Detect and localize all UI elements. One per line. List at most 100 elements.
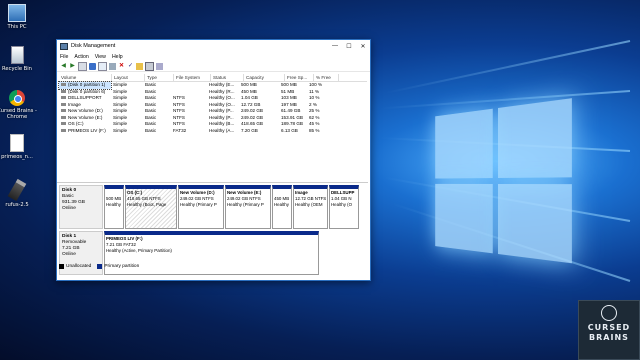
volume-cell-text: 62 % <box>309 114 320 120</box>
toolbar: ◀ ▶ ✕ ✓ <box>57 61 370 72</box>
volume-row[interactable]: PRIMEOS LIV (F:) Simple Basic FAT32 Healthy … <box>59 128 367 135</box>
column-layout[interactable]: Layout <box>112 74 145 81</box>
volume-cell-text: 1.04 GB <box>241 95 258 100</box>
minimize-button[interactable]: — <box>328 40 342 52</box>
volume-cell-text: Simple <box>113 121 128 126</box>
back-icon[interactable]: ◀ <box>60 63 67 70</box>
disk-management-window[interactable]: Disk Management — ☐ ✕ File Action View H… <box>56 39 371 281</box>
connect-icon[interactable] <box>109 62 116 70</box>
disk-0-status: Online <box>62 206 76 211</box>
partition-title: PRIMEOS LIV (F:) <box>106 236 143 241</box>
volume-cell: 7.20 GB <box>239 128 279 135</box>
column-status[interactable]: Status <box>211 74 244 81</box>
volume-cell-text: Healthy (B... <box>209 121 235 126</box>
volume-cell-text: Healthy (R... <box>209 88 235 94</box>
menu-action[interactable]: Action <box>74 54 88 60</box>
volume-list-header: Volume Layout Type File System Status Ca… <box>59 74 367 82</box>
partition-l3: Healthy (Primary P <box>180 202 217 207</box>
desktop-icon-recycle-bin[interactable]: Recycle Bin <box>0 46 37 72</box>
unallocated-swatch <box>59 264 64 269</box>
partition-title: DELLSUPP <box>331 190 355 195</box>
desktop-icon-primeos[interactable]: primeos_n... <box>0 134 37 160</box>
folder-icon[interactable] <box>136 62 143 70</box>
partition-l2: 12.72 GB NTFS <box>295 196 327 201</box>
volume-cell-text: New Volume (D:) <box>68 108 103 113</box>
properties-icon[interactable] <box>78 61 87 71</box>
volume-cell-text: 11 % <box>309 88 320 94</box>
column-file-system[interactable]: File System <box>174 74 211 81</box>
badge-line-1: CURSED <box>587 323 631 332</box>
volume-cell-text: Basic <box>145 121 157 126</box>
volume-drive-icon <box>61 89 66 93</box>
volume-cell-text: Simple <box>113 114 128 120</box>
partition-l3: Healthy <box>274 202 289 207</box>
column-percent-free[interactable]: % Free <box>314 74 339 81</box>
volume-cell-text: 450 MB <box>241 88 257 94</box>
forward-icon[interactable]: ▶ <box>69 63 76 70</box>
volume-cell: Simple <box>111 128 143 135</box>
volume-cell-text: 189.78 GB <box>281 121 303 126</box>
partition-title: OS (C:) <box>127 190 143 195</box>
disk-0-row: Disk 0 Basic 931.39 GB Online 500 MB Heal… <box>59 185 359 229</box>
desktop-icon-chrome[interactable]: Cursed Brains - Chrome <box>0 90 37 120</box>
volume-cell-text: 6.13 GB <box>281 127 298 133</box>
partition-block[interactable]: New Volume (D:) 249.02 GB NTFS Healthy (Pr… <box>178 185 224 229</box>
disk-0-name: Disk 0 <box>62 188 77 193</box>
volume-cell-text: Simple <box>113 95 128 100</box>
disk-icon[interactable] <box>145 61 154 71</box>
column-type[interactable]: Type <box>145 74 174 81</box>
partition-l3: Healthy (O <box>331 202 352 207</box>
volume-drive-icon <box>61 122 66 126</box>
volume-cell: FAT32 <box>171 128 207 135</box>
volume-cell-text: 45 % <box>309 121 320 126</box>
delete-icon[interactable]: ✕ <box>118 63 125 70</box>
volume-drive-icon <box>61 102 66 106</box>
desktop-icon-rufus[interactable]: rufus-2.5 <box>0 178 37 208</box>
title-bar[interactable]: Disk Management — ☐ ✕ <box>57 40 370 52</box>
volume-cell: Basic <box>143 128 171 135</box>
volume-cell-text: Healthy (E... <box>209 82 235 87</box>
menu-view[interactable]: View <box>95 54 106 60</box>
partition-block[interactable]: DELLSUPP 1.04 GB N Healthy (O <box>329 185 359 229</box>
volume-cell-text: 153.91 GB <box>281 114 303 120</box>
partition-block[interactable]: Image 12.72 GB NTFS Healthy (OEM <box>293 185 328 229</box>
disk-0-label[interactable]: Disk 0 Basic 931.39 GB Online <box>59 185 103 229</box>
usb-icon <box>7 178 27 202</box>
volume-cell-text: 61.49 GB <box>281 108 301 113</box>
menu-help[interactable]: Help <box>112 54 123 60</box>
column-capacity[interactable]: Capacity <box>244 74 285 81</box>
partition-block[interactable]: OS (C:) 418.65 GB NTFS Healthy (Boot, Page <box>125 185 177 229</box>
volume-cell-text: FAT32 <box>173 127 187 133</box>
help-icon[interactable] <box>89 62 96 70</box>
partition-l3: Healthy (Primary P <box>227 202 264 207</box>
column-free-space[interactable]: Free Sp... <box>285 74 314 81</box>
volume-drive-icon <box>61 115 66 119</box>
list-view-icon[interactable] <box>98 61 107 71</box>
volume-drive-icon <box>61 128 66 132</box>
partition-block[interactable]: New Volume (E:) 249.02 GB NTFS Healthy (Pr… <box>225 185 271 229</box>
volume-cell-text: DELLSUPPORT <box>68 95 102 100</box>
desktop-icon-this-pc[interactable]: This PC <box>0 4 37 30</box>
partition-block[interactable]: 450 MB Healthy <box>272 185 292 229</box>
volume-cell-text: NTFS <box>173 121 185 126</box>
volume-list: Volume Layout Type File System Status Ca… <box>58 74 367 135</box>
volume-cell: 85 % <box>307 128 331 135</box>
column-volume[interactable]: Volume <box>59 74 112 81</box>
volume-cell-text: 25 % <box>309 108 320 113</box>
legend: Unallocated Primary partition <box>59 264 139 269</box>
legend-primary: Primary partition <box>104 264 140 269</box>
volume-cell-text: 418.65 GB <box>241 121 263 126</box>
disk-1-status: Online <box>62 252 76 257</box>
close-button[interactable]: ✕ <box>356 40 370 52</box>
settings-icon[interactable] <box>156 62 163 70</box>
partition-block[interactable]: 500 MB Healthy <box>104 185 124 229</box>
volume-cell-text: 197 MB <box>281 101 297 107</box>
disk-0-size: 931.39 GB <box>62 200 85 205</box>
partition-title: New Volume (E:) <box>227 190 262 195</box>
check-icon[interactable]: ✓ <box>127 63 134 70</box>
menu-file[interactable]: File <box>60 54 68 60</box>
volume-cell-text: Healthy (A... <box>209 127 235 133</box>
disk-1-size: 7.21 GB <box>62 246 80 251</box>
volume-cell-text: Basic <box>145 88 157 94</box>
maximize-button[interactable]: ☐ <box>342 40 356 52</box>
